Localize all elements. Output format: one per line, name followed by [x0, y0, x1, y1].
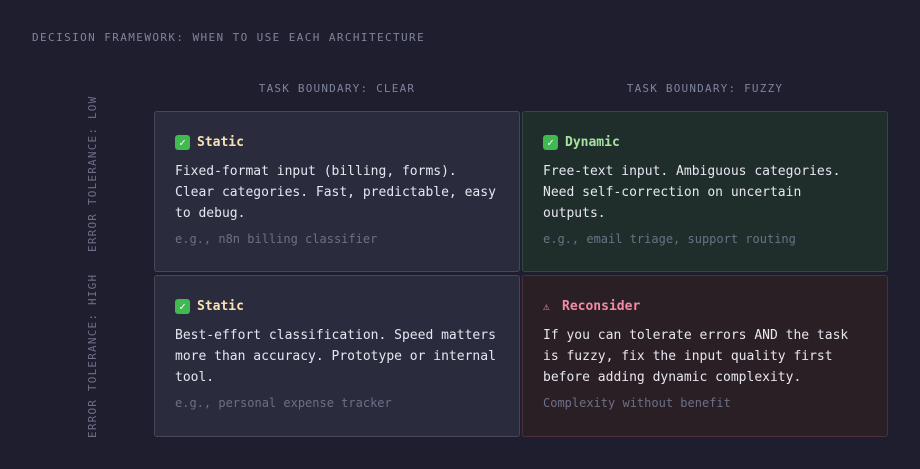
cell-low-fuzzy: ✓ Dynamic Free-text input. Ambiguous cat… — [522, 111, 888, 272]
cell-title-row: ⚠ Reconsider — [543, 296, 867, 316]
check-icon: ✓ — [175, 298, 190, 314]
cell-title-row: ✓ Static — [175, 296, 499, 316]
row-label-high: ERROR TOLERANCE: HIGH — [86, 273, 99, 438]
check-icon: ✓ — [543, 134, 558, 150]
column-header-fuzzy: TASK BOUNDARY: FUZZY — [626, 82, 784, 95]
cell-example: e.g., email triage, support routing — [543, 232, 796, 246]
row-label-low: ERROR TOLERANCE: LOW — [86, 95, 99, 252]
cell-description: Free-text input. Ambiguous categories. N… — [543, 164, 841, 221]
cell-title: Static — [197, 298, 244, 314]
cell-title: Static — [197, 134, 244, 150]
cell-description: If you can tolerate errors AND the task … — [543, 328, 849, 385]
cell-example: e.g., personal expense tracker — [175, 396, 392, 410]
warning-icon: ⚠ — [543, 299, 550, 313]
cell-title: Reconsider — [562, 298, 641, 314]
cell-description: Best-effort classification. Speed matter… — [175, 328, 496, 385]
cell-low-clear: ✓ Static Fixed-format input (billing, fo… — [154, 111, 520, 272]
cell-title-row: ✓ Dynamic — [543, 132, 867, 152]
cell-example: e.g., n8n billing classifier — [175, 232, 378, 246]
cell-title-row: ✓ Static — [175, 132, 499, 152]
diagram-title: DECISION FRAMEWORK: WHEN TO USE EACH ARC… — [32, 31, 426, 44]
check-icon: ✓ — [175, 134, 190, 150]
column-header-clear: TASK BOUNDARY: CLEAR — [258, 82, 416, 95]
cell-example: Complexity without benefit — [543, 396, 731, 410]
cell-description: Fixed-format input (billing, forms). Cle… — [175, 164, 496, 221]
cell-title: Dynamic — [565, 134, 620, 150]
cell-high-clear: ✓ Static Best-effort classification. Spe… — [154, 275, 520, 437]
cell-high-fuzzy: ⚠ Reconsider If you can tolerate errors … — [522, 275, 888, 437]
